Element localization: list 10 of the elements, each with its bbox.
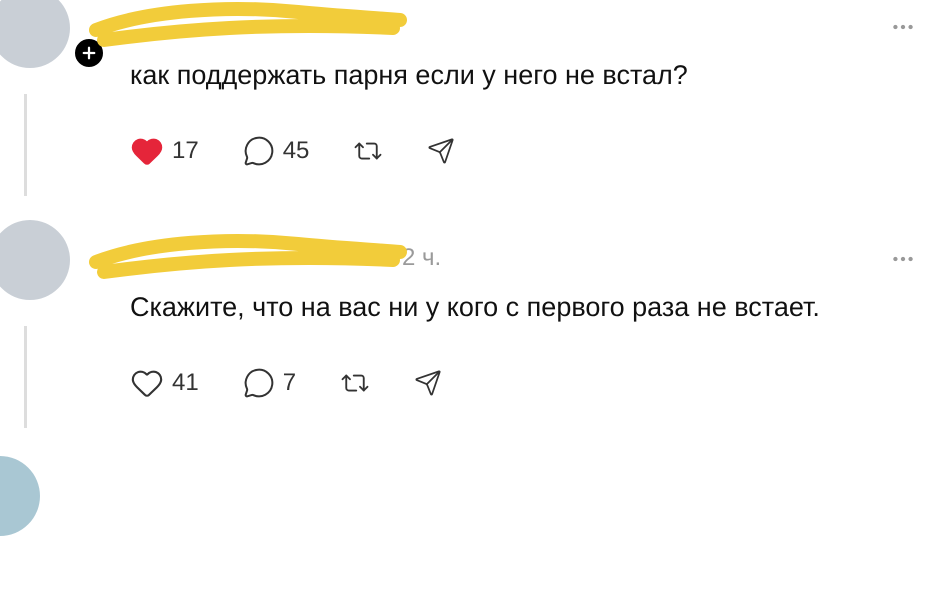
comment-icon[interactable] — [242, 135, 275, 167]
comment-count: 7 — [282, 369, 296, 397]
like-count: 17 — [172, 137, 199, 165]
post-text: как поддержать парня если у него не встал? — [129, 59, 689, 92]
comment-count: 45 — [282, 137, 310, 165]
post-text: Скажите, что на вас ни у кого с первого раза не встает. — [129, 291, 821, 324]
comment-icon[interactable] — [242, 367, 275, 399]
send-icon[interactable] — [427, 137, 456, 165]
like-count: 41 — [172, 369, 199, 397]
send-icon[interactable] — [414, 369, 442, 397]
